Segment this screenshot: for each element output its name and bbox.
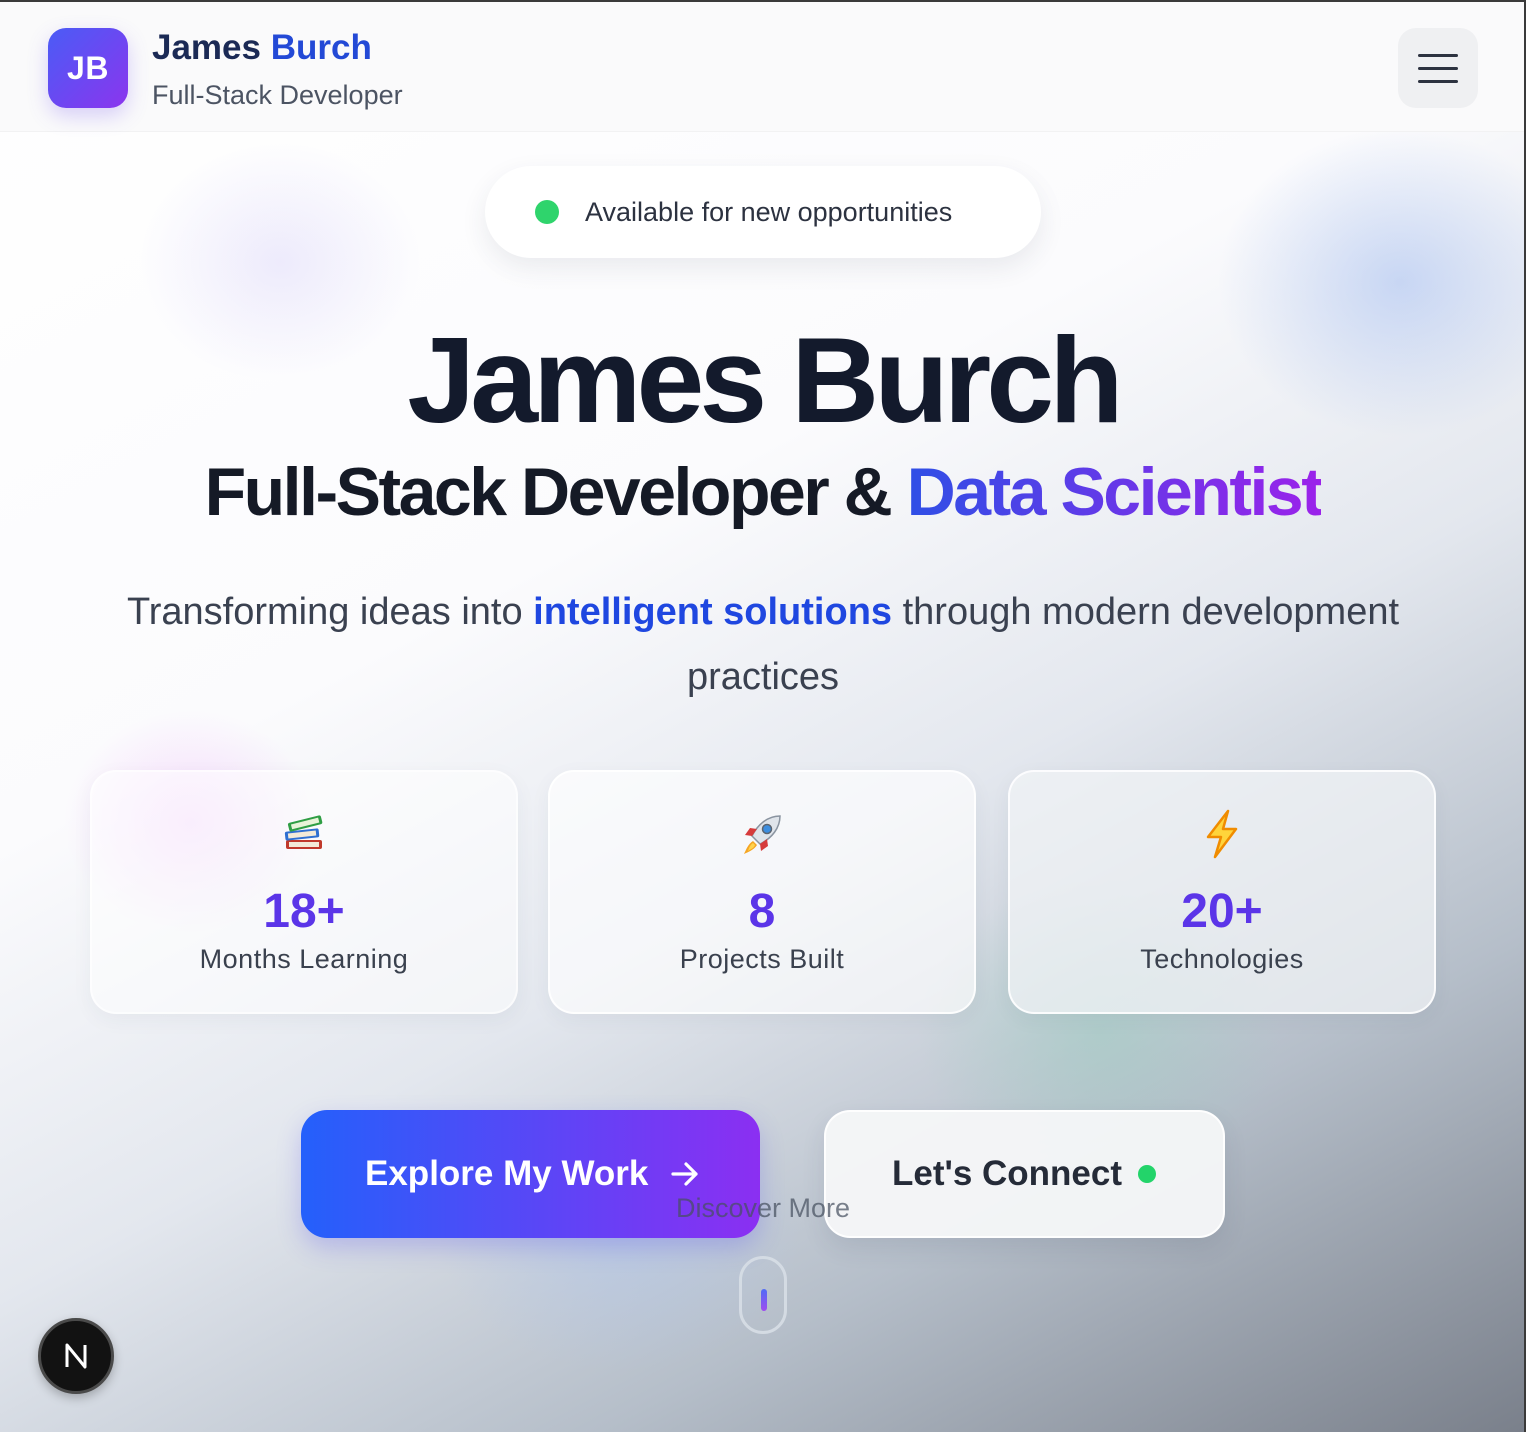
mouse-scroll-icon[interactable] [739,1256,787,1334]
stat-label: Technologies [1140,944,1304,974]
lightning-icon [1010,808,1434,864]
brand-first-name: James [152,28,261,67]
hero-name: James Burch [407,312,1123,448]
logo-initials: JB [67,49,109,86]
books-icon [92,808,516,864]
status-dot-icon [535,200,559,224]
discover-more-text[interactable]: Discover More [0,1193,1524,1224]
hero-tagline: Transforming ideas into intelligent solu… [100,580,1426,710]
hamburger-menu-icon[interactable] [1398,28,1478,108]
menu-bar [1418,66,1458,70]
stat-card-technologies: 20+ Technologies [1008,770,1436,1014]
tagline-highlight: intelligent solutions [533,591,893,633]
hero-role-prefix: Full-Stack Developer & [204,454,907,530]
portfolio-page: JB James Burch Full-Stack Developer Avai… [0,0,1526,1432]
hero-role-accent: Data Scientist [906,454,1324,530]
hero-role: Full-Stack Developer & Data Scientist [0,450,1524,534]
online-status-dot-icon [1138,1165,1157,1183]
stat-label: Months Learning [199,944,409,974]
logo-badge[interactable]: JB [48,28,128,108]
stat-card-projects: 8 Projects Built [548,770,976,1014]
stat-label: Projects Built [679,944,845,974]
n-logo-icon [65,1343,87,1369]
explore-work-label: Explore My Work [365,1154,649,1193]
dev-tools-badge[interactable] [38,1318,114,1394]
stat-card-months: 18+ Months Learning [90,770,518,1014]
lets-connect-label: Let's Connect [892,1154,1123,1193]
stat-value: 20+ [1181,885,1263,938]
brand-role: Full-Stack Developer [152,80,403,110]
availability-badge: Available for new opportunities [485,166,1041,258]
brand-name[interactable]: James Burch [152,28,372,68]
rocket-icon [550,808,974,864]
availability-text: Available for new opportunities [585,196,953,227]
site-header: JB James Burch Full-Stack Developer [0,2,1524,132]
menu-bar [1418,53,1458,57]
brand-last-name: Burch [270,28,372,67]
scroll-wheel [761,1289,767,1311]
tagline-prefix: Transforming ideas into [126,591,534,633]
menu-bar [1418,79,1458,83]
arrow-right-icon [670,1161,700,1187]
stat-value: 18+ [263,885,345,938]
stat-value: 8 [748,885,776,938]
